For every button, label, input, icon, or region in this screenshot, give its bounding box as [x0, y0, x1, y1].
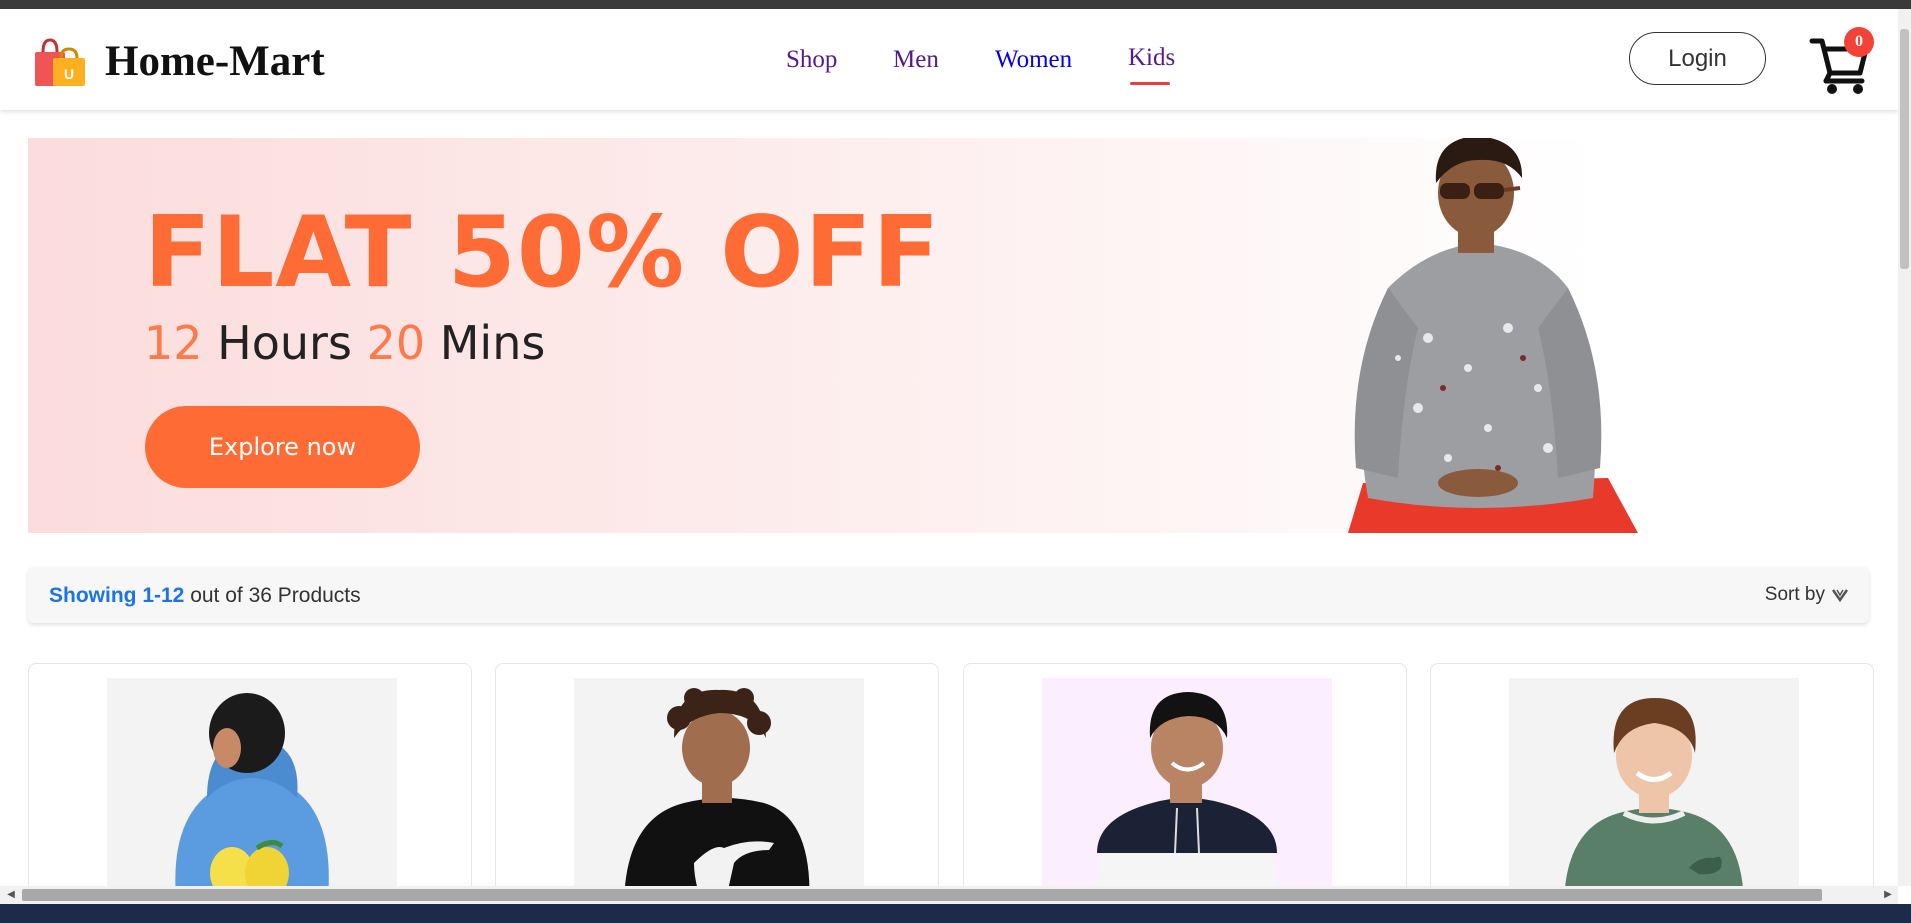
sort-by-dropdown[interactable]: Sort by: [1765, 584, 1849, 606]
vertical-scroll-thumb[interactable]: [1900, 29, 1909, 269]
hours-label: Hours: [217, 316, 352, 370]
banner-headline: FLAT 50% OFF: [144, 196, 941, 310]
vertical-scrollbar[interactable]: [1898, 9, 1911, 886]
results-toolbar: Showing 1-12 out of 36 Products Sort by: [28, 567, 1869, 623]
os-taskbar: [0, 904, 1911, 923]
results-total: out of 36 Products: [190, 584, 361, 607]
nav-women[interactable]: Women: [995, 46, 1072, 74]
site-header: U Home-Mart Shop Men Women Kids Login 0: [0, 9, 1898, 110]
horizontal-scroll-thumb[interactable]: [22, 889, 1822, 901]
browser-top-strip: [0, 0, 1911, 9]
product-card[interactable]: [495, 663, 939, 903]
sort-by-label: Sort by: [1764, 584, 1825, 605]
banner-model-image: [1348, 138, 1638, 533]
hours-value: 12: [144, 316, 203, 370]
horizontal-scrollbar[interactable]: ◀ ▶: [0, 886, 1898, 904]
product-image[interactable]: [107, 678, 397, 903]
active-nav-underline: [1130, 82, 1170, 85]
brand-name[interactable]: Home-Mart: [105, 37, 325, 86]
scroll-left-arrow-icon[interactable]: ◀: [5, 889, 17, 901]
product-image[interactable]: [574, 678, 864, 903]
banner-countdown: 12 Hours 20 Mins: [144, 316, 545, 370]
product-card[interactable]: [1430, 663, 1874, 903]
shopping-bag-logo-icon[interactable]: U: [33, 34, 89, 90]
nav-shop[interactable]: Shop: [786, 46, 837, 74]
product-image[interactable]: [1042, 678, 1332, 903]
nav-men[interactable]: Men: [893, 46, 939, 74]
explore-now-button[interactable]: Explore now: [145, 406, 420, 488]
logo-badge-letter: U: [64, 66, 74, 82]
scroll-right-arrow-icon[interactable]: ▶: [1882, 889, 1894, 901]
nav-kids[interactable]: Kids: [1128, 44, 1175, 72]
promo-banner[interactable]: FLAT 50% OFF 12 Hours 20 Mins Explore no…: [28, 138, 1873, 533]
mins-label: Mins: [439, 316, 546, 370]
product-card[interactable]: [28, 663, 472, 903]
chevron-down-icon: [1831, 589, 1849, 602]
product-card[interactable]: [963, 663, 1407, 903]
product-image[interactable]: [1509, 678, 1799, 903]
login-button[interactable]: Login: [1629, 32, 1766, 85]
cart-count-badge: 0: [1844, 27, 1874, 57]
results-range: Showing 1-12: [49, 584, 185, 607]
results-count: Showing 1-12 out of 36 Products: [49, 584, 361, 608]
mins-value: 20: [366, 316, 426, 370]
